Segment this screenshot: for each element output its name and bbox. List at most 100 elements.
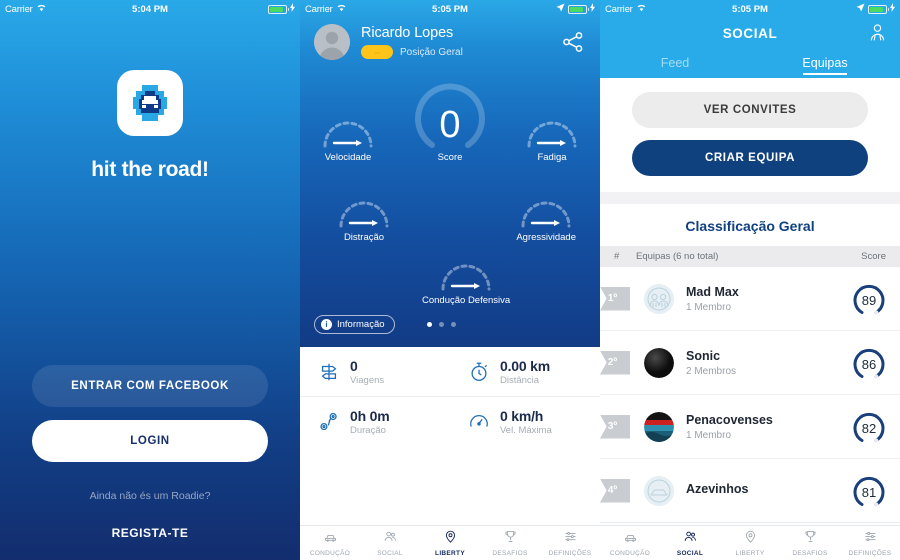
score-gauge: 82 xyxy=(852,410,886,444)
tab-liberty[interactable]: LIBERTY xyxy=(720,529,780,557)
trip-stats: 0 Viagens 0.00 km Distância 0h 0m Duraçã… xyxy=(300,347,600,525)
gauge-icon xyxy=(441,264,491,291)
login-actions: ENTRAR COM FACEBOOK LOGIN Ainda não és u… xyxy=(0,365,300,560)
team-avatar-azevinhos xyxy=(644,475,674,506)
create-team-button[interactable]: CRIAR EQUIPA xyxy=(632,140,868,176)
brand-block: hit the road! xyxy=(0,70,300,182)
car-icon xyxy=(623,529,638,549)
stat-caption: Distância xyxy=(500,374,540,386)
gauge-label: Agressividade xyxy=(516,232,576,243)
stat-caption: Viagens xyxy=(350,374,385,386)
gauge-icon xyxy=(521,201,571,228)
table-row[interactable]: 4º Azevinhos 81 xyxy=(600,459,900,523)
share-icon[interactable] xyxy=(560,29,586,55)
signpost-icon xyxy=(314,361,344,383)
stat-text: 0 Viagens xyxy=(350,358,384,386)
view-invites-button[interactable]: VER CONVITES xyxy=(632,92,868,128)
status-time: 5:04 PM xyxy=(132,3,168,15)
score-gauge: 86 xyxy=(852,346,886,380)
gauge-fadiga[interactable]: Fadiga xyxy=(524,115,580,163)
tab-label: CONDUÇÃO xyxy=(309,550,351,557)
route-pin-icon xyxy=(314,411,344,433)
score-value: 0 xyxy=(439,104,461,146)
gauge-velocidade[interactable]: Velocidade xyxy=(320,115,376,163)
page-indicator[interactable] xyxy=(426,322,456,327)
tab-label: LIBERTY xyxy=(435,550,465,557)
table-row[interactable]: 1º Mad Max 1 Membro 89 xyxy=(600,267,900,331)
pin-icon xyxy=(443,529,458,549)
rank-badge: 3º xyxy=(600,414,630,439)
col-teams: Equipas (6 no total) xyxy=(636,251,719,262)
page-dot-1[interactable] xyxy=(426,322,432,327)
charging-bolt-icon xyxy=(290,3,295,15)
tab-social[interactable]: SOCIAL xyxy=(660,529,720,557)
battery-icon xyxy=(568,4,589,14)
facebook-login-button[interactable]: ENTRAR COM FACEBOOK xyxy=(32,365,268,407)
gauge-conducao-defensiva[interactable]: Condução Defensiva xyxy=(422,258,510,306)
tab-label: SOCIAL xyxy=(676,550,704,557)
info-button[interactable]: i Informação xyxy=(314,315,395,334)
ranking-list[interactable]: 1º Mad Max 1 Membro 89 2º Sonic 2 Membro… xyxy=(600,267,900,525)
stat-text: 0h 0m Duração xyxy=(350,408,390,436)
status-right xyxy=(268,3,295,15)
status-bar: Carrier 5:04 PM xyxy=(0,0,300,18)
stat-viagens: 0 Viagens xyxy=(300,347,450,396)
user-avatar-icon[interactable] xyxy=(314,24,350,60)
team-members: 2 Membros xyxy=(686,365,737,377)
gauge-label: Fadiga xyxy=(537,152,567,163)
register-link[interactable]: REGISTA-TE xyxy=(32,526,268,548)
tab-definicoes[interactable]: DEFINIÇÕES xyxy=(840,529,900,557)
tab-conducao[interactable]: CONDUÇÃO xyxy=(300,529,360,557)
trophy-icon xyxy=(503,529,518,549)
status-time: 5:05 PM xyxy=(732,3,768,15)
page-title: SOCIAL xyxy=(722,25,778,41)
gauge-score: 0 Score xyxy=(410,76,490,163)
login-button[interactable]: LOGIN xyxy=(32,420,268,462)
gauge-agressividade[interactable]: Agressividade xyxy=(516,195,576,243)
car-app-logo-icon xyxy=(117,70,183,136)
tab-feed[interactable]: Feed xyxy=(600,48,750,78)
stat-caption: Vel. Máxima xyxy=(500,425,552,436)
team-info: Penacovenses 1 Membro xyxy=(686,413,852,441)
tab-definicoes[interactable]: DEFINIÇÕES xyxy=(540,529,600,557)
team-name: Penacovenses xyxy=(686,412,773,427)
table-row[interactable]: 3º Penacovenses 1 Membro 82 xyxy=(600,395,900,459)
car-icon xyxy=(323,529,338,549)
status-bar: Carrier 5:05 PM xyxy=(600,0,900,18)
tab-equipas[interactable]: Equipas xyxy=(750,48,900,78)
ranking-title: Classificação Geral xyxy=(600,204,900,246)
user-name: Ricardo Lopes xyxy=(361,25,454,41)
stat-vel-maxima: 0 km/h Vel. Máxima xyxy=(450,397,600,447)
bottom-tab-bar: CONDUÇÃO SOCIAL LIBERTY DESAFIOS DEFINIÇ… xyxy=(300,525,600,560)
team-name: Sonic xyxy=(686,348,721,363)
tab-label: SOCIAL xyxy=(377,550,403,557)
pin-icon xyxy=(743,529,758,549)
gauge-label: Distração xyxy=(343,232,385,243)
gauge-distracao[interactable]: Distração xyxy=(336,195,392,243)
tab-liberty[interactable]: LIBERTY xyxy=(420,529,480,557)
score-gauge: 89 xyxy=(852,282,886,316)
tab-social[interactable]: SOCIAL xyxy=(360,529,420,557)
status-right xyxy=(856,3,895,15)
tab-desafios[interactable]: DESAFIOS xyxy=(480,529,540,557)
team-avatar-sonic xyxy=(644,347,674,378)
tab-conducao[interactable]: CONDUÇÃO xyxy=(600,529,660,557)
stat-value: 0 km/h xyxy=(500,408,544,424)
gauge-icon xyxy=(323,121,373,148)
page-dot-2[interactable] xyxy=(438,322,444,327)
charging-bolt-icon xyxy=(590,3,595,15)
status-right xyxy=(556,3,595,15)
tagline: hit the road! xyxy=(91,158,209,181)
tab-desafios[interactable]: DESAFIOS xyxy=(780,529,840,557)
team-name: Mad Max xyxy=(686,284,739,299)
page-dot-3[interactable] xyxy=(450,322,456,327)
status-time: 5:05 PM xyxy=(432,3,468,15)
tab-label: DESAFIOS xyxy=(792,550,828,557)
people-outline-icon[interactable] xyxy=(867,22,888,48)
social-nav: Carrier 5:05 PM SOCIAL Feed Equipas xyxy=(600,0,900,78)
team-info: Sonic 2 Membros xyxy=(686,349,852,377)
rank-badge: 1º xyxy=(600,286,630,311)
table-row[interactable]: 2º Sonic 2 Membros 86 xyxy=(600,331,900,395)
score-value: 81 xyxy=(861,484,877,500)
battery-icon xyxy=(268,4,289,14)
